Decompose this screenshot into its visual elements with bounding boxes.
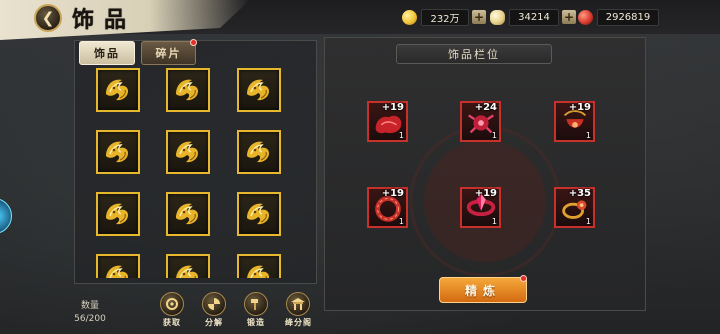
slot-level: +35	[568, 188, 591, 199]
refine-button[interactable]: 精炼	[439, 277, 527, 303]
refine-notification-dot	[520, 275, 527, 282]
slot-quantity: 1	[491, 217, 497, 226]
tab-accessories[interactable]: 饰品	[79, 41, 135, 65]
inventory-item-slot[interactable]	[96, 254, 140, 278]
gold-amount: 232万	[421, 8, 469, 26]
forge-label: 锻造	[247, 318, 265, 327]
pavilion-icon	[286, 292, 310, 316]
obtain-label: 获取	[163, 318, 181, 327]
resource-silver: 34214 +	[490, 7, 576, 27]
equipped-slot[interactable]: +19 1	[460, 187, 501, 228]
equipped-slots-panel	[324, 37, 646, 311]
obtain-icon	[160, 292, 184, 316]
count-label: 数量	[80, 301, 99, 311]
inventory-item-slot[interactable]	[237, 130, 281, 174]
slots-panel-title: 饰品栏位	[396, 44, 552, 64]
red-crystal-icon	[578, 9, 593, 25]
equipped-slot[interactable]: +19 1	[367, 187, 408, 228]
resource-crystal: 2926819	[578, 7, 659, 27]
inventory-item-slot[interactable]	[166, 254, 210, 278]
tab-fragments[interactable]: 碎片	[141, 41, 196, 65]
inventory-grid[interactable]	[80, 66, 312, 278]
count-value: 56/200	[74, 314, 106, 324]
decompose-button[interactable]: 分解	[201, 292, 227, 328]
slot-level: +19	[474, 188, 497, 199]
slot-quantity: 1	[398, 131, 404, 140]
inventory-item-slot[interactable]	[237, 192, 281, 236]
decompose-icon	[202, 292, 226, 316]
slot-level: +19	[568, 102, 591, 113]
obtain-button[interactable]: 获取	[159, 292, 185, 328]
inventory-item-slot[interactable]	[96, 68, 140, 112]
inventory-item-slot[interactable]	[237, 68, 281, 112]
silver-amount: 34214	[509, 8, 559, 26]
slot-quantity: 1	[585, 217, 591, 226]
inventory-item-slot[interactable]	[237, 254, 281, 278]
add-gold-button[interactable]: +	[472, 10, 486, 24]
add-silver-button[interactable]: +	[562, 10, 576, 24]
slot-quantity: 1	[398, 217, 404, 226]
pavilion-button[interactable]: 绛分阁	[285, 292, 311, 328]
equipped-slot[interactable]: +19 1	[554, 101, 595, 142]
back-button[interactable]: ❮	[34, 4, 62, 32]
pavilion-label: 绛分阁	[285, 318, 312, 327]
hammer-icon	[244, 292, 268, 316]
silver-ingot-icon	[490, 9, 505, 25]
slot-level: +19	[381, 188, 404, 199]
inventory-item-slot[interactable]	[96, 192, 140, 236]
slot-level: +19	[381, 102, 404, 113]
inventory-item-slot[interactable]	[166, 130, 210, 174]
forge-button[interactable]: 锻造	[243, 292, 269, 328]
equipped-slot[interactable]: +19 1	[367, 101, 408, 142]
slot-level: +24	[474, 102, 497, 113]
back-arrow-icon: ❮	[41, 9, 55, 27]
slot-quantity: 1	[585, 131, 591, 140]
inventory-item-slot[interactable]	[96, 130, 140, 174]
crystal-amount: 2926819	[597, 8, 659, 26]
equipped-slot[interactable]: +24 1	[460, 101, 501, 142]
resource-gold: 232万 +	[402, 7, 486, 27]
slot-quantity: 1	[491, 131, 497, 140]
fragments-notification-dot	[190, 39, 197, 46]
inventory-item-slot[interactable]	[166, 68, 210, 112]
equipped-slot[interactable]: +35 1	[554, 187, 595, 228]
decompose-label: 分解	[205, 318, 223, 327]
page-title: 饰品	[72, 7, 137, 33]
inventory-item-slot[interactable]	[166, 192, 210, 236]
gold-coin-icon	[402, 9, 417, 25]
